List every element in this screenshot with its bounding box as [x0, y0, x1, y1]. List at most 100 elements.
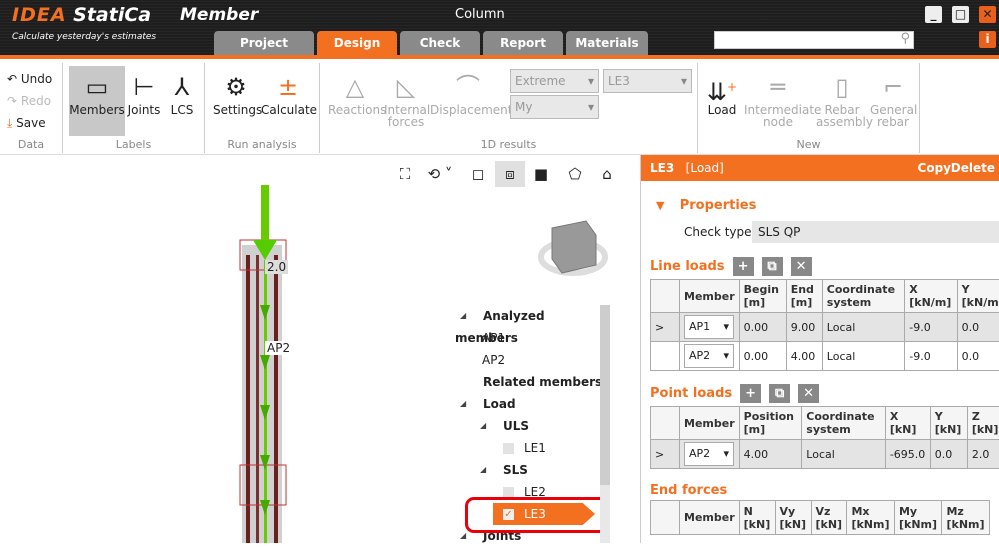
internal-forces-icon: ◺ [384, 70, 428, 104]
members-icon: ▭ [69, 70, 125, 104]
collapse-icon[interactable]: ▼ [656, 199, 664, 212]
tree-sls[interactable]: ◢SLS [455, 459, 605, 481]
search-input[interactable]: ⚲ [714, 31, 914, 49]
table-row[interactable]: AP20.004.00Local-9.00.0 [651, 342, 999, 371]
line-loads-header: Line loads+⧉✕ [650, 257, 812, 276]
tab-materials[interactable]: Materials [566, 31, 648, 55]
info-button[interactable]: i [979, 31, 996, 48]
search-icon[interactable]: ⚲ [900, 31, 910, 46]
group-new: ⇊+Load ═Intermediatenode ▯Rebarassembly … [698, 63, 920, 153]
extreme-select[interactable]: Extreme [510, 69, 599, 93]
end-forces-table: MemberN [kN]Vy [kN]Vz [kN]Mx [kNm]My [kN… [650, 500, 990, 535]
copy-icon[interactable]: ⧉ [762, 257, 783, 276]
scrollbar-thumb[interactable] [600, 305, 610, 485]
solid-view-icon[interactable]: ■ [528, 161, 554, 187]
tree-analyzed-members[interactable]: ◢Analyzed members [455, 305, 605, 327]
node-icon: ═ [744, 70, 812, 104]
maximize-button[interactable]: □ [952, 6, 969, 23]
displacement-button[interactable]: ⌒Displacement [430, 70, 506, 116]
highlight-box [465, 497, 610, 533]
tab-design[interactable]: Design [317, 31, 397, 55]
panel-header: LE3 [Load] Copy Delete [641, 155, 999, 181]
save-button[interactable]: ⤓ Save [7, 116, 46, 131]
copy-button[interactable]: Copy [918, 155, 951, 181]
group-run-analysis: ⚙Settings ±Calculate Run analysis [205, 63, 320, 153]
load-icon: ⇊+ [704, 70, 740, 104]
component-select[interactable]: My [510, 95, 599, 119]
properties-section[interactable]: ▼ Properties [656, 198, 756, 213]
copy-icon[interactable]: ⧉ [769, 384, 790, 403]
load-effect-select[interactable]: LE3 [603, 69, 692, 93]
group-data: ↶ Undo ↷ Redo ⤓ Save Data [0, 63, 63, 153]
window-title: Column [455, 7, 505, 22]
title-bar: IDEA StatiCa Member Calculate yesterday'… [0, 0, 999, 55]
view-cube[interactable] [538, 215, 608, 285]
point-loads-header: Point loads+⧉✕ [650, 384, 819, 403]
lcs-button[interactable]: ⅄LCS [165, 70, 199, 116]
calculate-button[interactable]: ±Calculate [261, 70, 315, 116]
member-dropdown[interactable]: AP2 [684, 442, 734, 466]
group-label: 1D results [320, 138, 697, 151]
rebar-assembly-button[interactable]: ▯Rebarassembly [816, 70, 868, 128]
rotate-icon[interactable]: ⟲ ˅ [420, 161, 460, 187]
general-rebar-button[interactable]: ⌐Generalrebar [870, 70, 916, 128]
end-forces-header: End forces [650, 483, 727, 498]
axes-icon: ⅄ [165, 70, 199, 104]
delete-icon[interactable]: ✕ [798, 384, 819, 403]
close-button[interactable]: ✕ [979, 6, 996, 23]
transparent-view-icon[interactable]: ⧈ [495, 161, 525, 187]
tab-project[interactable]: Project [214, 31, 314, 55]
tree-related-members[interactable]: Related members [455, 371, 605, 393]
joints-button[interactable]: ⊢Joints [127, 70, 161, 116]
tagline: Calculate yesterday's estimates [12, 32, 156, 42]
section-view-icon[interactable]: ⬠ [562, 161, 588, 187]
tree-item-ap2[interactable]: AP2 [455, 349, 605, 371]
zoom-fit-icon[interactable]: ⛶ [392, 161, 418, 187]
tree-item-le1[interactable]: LE1 [455, 437, 605, 459]
reactions-button[interactable]: △Reactions [328, 70, 382, 116]
check-type-field[interactable]: SLS QP [752, 221, 999, 243]
save-icon: ⤓ [7, 116, 12, 130]
delete-button[interactable]: Delete [951, 155, 995, 181]
group-labels: ▭Members ⊢Joints ⅄LCS Labels [63, 63, 205, 153]
3d-viewport[interactable]: ⛶ ⟲ ˅ ◻ ⧈ ■ ⬠ ⌂ 2.0 AP2 ◢Analyzed member… [0, 155, 636, 543]
tab-report[interactable]: Report [483, 31, 563, 55]
tree-item-ap1[interactable]: AP1 [455, 327, 605, 349]
calculator-icon: ± [261, 70, 315, 104]
member-dropdown[interactable]: AP2 [684, 344, 734, 368]
home-icon[interactable]: ⌂ [594, 161, 620, 187]
tree-scrollbar[interactable] [600, 305, 610, 543]
gear-icon: ⚙ [213, 70, 259, 104]
delete-icon[interactable]: ✕ [791, 257, 812, 276]
table-row[interactable]: >AP24.00Local-695.00.02.0 [651, 440, 999, 469]
load-button[interactable]: ⇊+Load [704, 70, 740, 116]
redo-button[interactable]: ↷ Redo [7, 94, 51, 108]
expand-icon[interactable]: > [651, 440, 680, 469]
settings-button[interactable]: ⚙Settings [213, 70, 259, 116]
line-loads-table: MemberBegin [m]End [m]Coordinate systemX… [650, 279, 999, 371]
tree-load[interactable]: ◢Load [455, 393, 605, 415]
point-loads-table: MemberPosition [m]Coordinate systemX [kN… [650, 406, 999, 469]
redo-icon: ↷ [7, 94, 17, 108]
wireframe-view-icon[interactable]: ◻ [465, 161, 491, 187]
minimize-button[interactable]: _ [925, 6, 942, 23]
expand-icon[interactable]: > [651, 313, 680, 342]
undo-button[interactable]: ↶ Undo [7, 72, 52, 86]
check-type-label: Check type [684, 225, 752, 239]
table-row[interactable]: >AP10.009.00Local-9.00.0 [651, 313, 999, 342]
internal-forces-button[interactable]: ◺Internalforces [384, 70, 428, 128]
tab-check[interactable]: Check [400, 31, 480, 55]
group-label: Labels [63, 138, 204, 151]
member-dropdown[interactable]: AP1 [684, 315, 734, 339]
checkbox[interactable] [503, 443, 514, 454]
members-button[interactable]: ▭Members [69, 66, 125, 136]
add-icon[interactable]: + [740, 384, 761, 403]
properties-panel: LE3 [Load] Copy Delete ▼ Properties Chec… [640, 155, 999, 543]
load-value-label: 2.0 [265, 260, 288, 274]
ribbon: ↶ Undo ↷ Redo ⤓ Save Data ▭Members ⊢Join… [0, 59, 999, 155]
product-name: Member [180, 5, 258, 25]
tree-uls[interactable]: ◢ULS [455, 415, 605, 437]
undo-icon: ↶ [7, 72, 17, 86]
add-icon[interactable]: + [733, 257, 754, 276]
intermediate-node-button[interactable]: ═Intermediatenode [744, 70, 812, 128]
